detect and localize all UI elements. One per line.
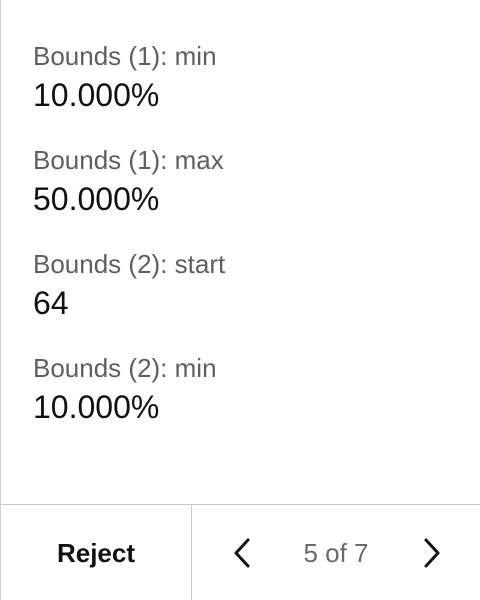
field-bounds-2-min: Bounds (2): min 10.000% — [33, 350, 480, 454]
next-button[interactable] — [414, 535, 450, 571]
field-label: Bounds (1): max — [33, 145, 224, 175]
field-value: 10.000% — [33, 77, 160, 113]
field-value: 10.000% — [33, 389, 160, 425]
chevron-right-icon — [424, 538, 440, 568]
field-label: Bounds (2): start — [33, 249, 226, 279]
reject-button[interactable]: Reject — [1, 505, 192, 600]
field-label: Bounds (1): min — [33, 41, 217, 71]
field-bounds-2-start: Bounds (2): start 64 — [33, 246, 480, 350]
field-value: 50.000% — [33, 181, 160, 217]
field-list: Bounds (1): min 10.000% Bounds (1): max … — [33, 38, 480, 454]
pager: 5 of 7 — [192, 505, 480, 600]
detail-panel: Bounds (1): min 10.000% Bounds (1): max … — [0, 0, 480, 600]
field-bounds-1-min: Bounds (1): min 10.000% — [33, 38, 480, 142]
footer-bar: Reject 5 of 7 — [1, 504, 480, 600]
field-value: 64 — [33, 285, 69, 321]
field-label: Bounds (2): min — [33, 353, 217, 383]
field-bounds-1-max: Bounds (1): max 50.000% — [33, 142, 480, 246]
